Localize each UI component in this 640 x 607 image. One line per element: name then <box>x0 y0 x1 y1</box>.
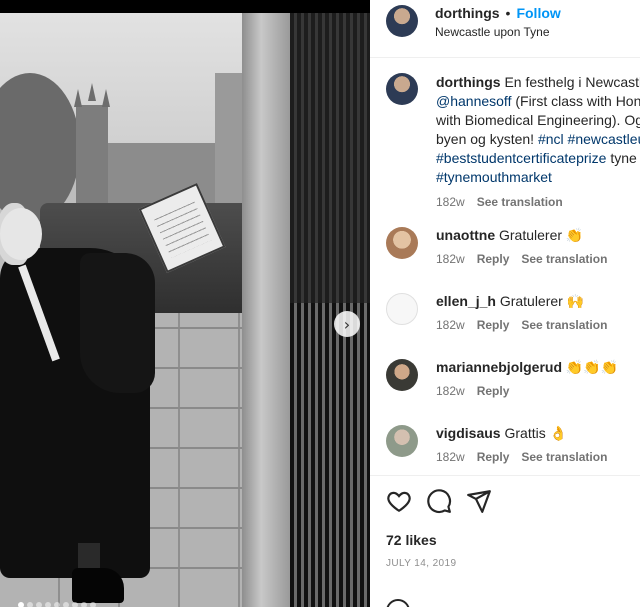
share-icon[interactable] <box>466 488 492 514</box>
caption-text: tyne <box>606 150 637 166</box>
hashtag-link[interactable]: #tynemouthmarket <box>436 169 552 185</box>
post-date: JULY 14, 2019 <box>386 558 457 569</box>
comment-body: Gratulerer <box>499 227 563 243</box>
clap-emoji: 👏 <box>565 228 584 244</box>
timestamp: 182w <box>436 252 465 266</box>
avatar[interactable] <box>386 227 418 259</box>
photo-stone-pillar <box>242 13 290 607</box>
comment-body: Gratulerer <box>499 293 563 309</box>
carousel-dot <box>45 602 51 607</box>
avatar[interactable] <box>386 73 418 105</box>
photo-gate-ornament <box>290 13 370 303</box>
carousel-dot <box>81 602 87 607</box>
caption-text: with Biomedical Engineering). Og <box>436 112 640 128</box>
avatar[interactable] <box>386 5 418 37</box>
photo-shoe <box>72 568 124 603</box>
photo-face <box>0 208 42 260</box>
comment-meta: 182w Reply See translation <box>436 450 619 464</box>
comment-item: ellen_j_h Gratulerer 🙌 182w Reply See tran… <box>370 293 640 353</box>
likes-count[interactable]: 72 likes <box>386 532 437 548</box>
comment-item: mariannebjolgerud 👏👏👏 182w Reply <box>370 359 640 419</box>
post-header: dorthings • Follow Newcastle upon Tyne <box>370 0 640 58</box>
post-caption: dorthings En festhelg i Newcastle @hanne… <box>436 73 640 212</box>
photo-spire <box>102 89 110 107</box>
timestamp: 182w <box>436 384 465 398</box>
hashtag-link[interactable]: #beststudentcertificateprize <box>436 150 606 166</box>
comment-text: vigdisaus Grattis 👌 <box>436 425 567 442</box>
carousel-dot <box>27 602 33 607</box>
caption-username[interactable]: dorthings <box>436 74 501 90</box>
carousel-dot <box>90 602 96 607</box>
chevron-right-icon[interactable]: › <box>334 311 360 337</box>
top-bar <box>0 0 370 13</box>
comment-username[interactable]: ellen_j_h <box>436 293 496 309</box>
comment-body: Grattis <box>504 425 546 441</box>
hashtag-link[interactable]: #ncl <box>538 131 564 147</box>
post-photo[interactable]: › <box>0 13 370 607</box>
caption-text: (First class with Hono <box>511 93 640 109</box>
see-translation-button[interactable]: See translation <box>521 318 607 332</box>
see-translation-button[interactable]: See translation <box>521 252 607 266</box>
comment-text: ellen_j_h Gratulerer 🙌 <box>436 293 584 310</box>
reply-button[interactable]: Reply <box>477 450 510 464</box>
ok-hand-emoji: 👌 <box>549 426 568 442</box>
reply-button[interactable]: Reply <box>477 384 510 398</box>
mention-link[interactable]: @hannesoff <box>436 93 511 109</box>
raised-hands-emoji: 🙌 <box>566 294 585 310</box>
see-translation-button[interactable]: See translation <box>521 450 607 464</box>
comment-username[interactable]: vigdisaus <box>436 425 501 441</box>
location-link[interactable]: Newcastle upon Tyne <box>435 25 550 39</box>
carousel-dot <box>54 602 60 607</box>
carousel-dot <box>72 602 78 607</box>
caption-text: En festhelg i Newcastle <box>504 74 640 90</box>
photo-gown-sleeve <box>80 253 155 393</box>
comment-text: unaottne Gratulerer 👏 <box>436 227 583 244</box>
comment-meta: 182w Reply <box>436 384 521 398</box>
username-link[interactable]: dorthings <box>435 5 500 21</box>
see-translation-button[interactable]: See translation <box>477 195 563 209</box>
avatar[interactable] <box>386 293 418 325</box>
carousel-dots <box>18 602 96 607</box>
comment-icon[interactable] <box>426 488 452 514</box>
timestamp: 182w <box>436 318 465 332</box>
comment-text: mariannebjolgerud 👏👏👏 <box>436 359 618 376</box>
emoji-icon[interactable] <box>386 599 410 607</box>
comment-username[interactable]: unaottne <box>436 227 495 243</box>
follow-button[interactable]: Follow <box>516 5 560 21</box>
caption-text: byen og kysten! <box>436 131 538 147</box>
reply-button[interactable]: Reply <box>477 318 510 332</box>
carousel-dot <box>18 602 24 607</box>
heart-icon[interactable] <box>386 488 412 514</box>
separator-dot: • <box>505 5 511 21</box>
photo-tower <box>76 105 108 205</box>
photo-spire <box>88 83 96 101</box>
comment-username[interactable]: mariannebjolgerud <box>436 359 562 375</box>
clap-emoji: 👏👏👏 <box>565 360 619 376</box>
timestamp: 182w <box>436 450 465 464</box>
hashtag-link[interactable]: #newcastleu <box>568 131 640 147</box>
avatar[interactable] <box>386 359 418 391</box>
caption-meta: 182w See translation <box>436 193 640 212</box>
avatar[interactable] <box>386 425 418 457</box>
post-actions: 72 likes JULY 14, 2019 <box>370 475 640 607</box>
header-line: dorthings • Follow <box>435 5 561 23</box>
carousel-dot <box>63 602 69 607</box>
comment-item: unaottne Gratulerer 👏 182w Reply See trans… <box>370 227 640 287</box>
timestamp: 182w <box>436 195 465 209</box>
reply-button[interactable]: Reply <box>477 252 510 266</box>
carousel-dot <box>36 602 42 607</box>
photo-spire <box>74 89 82 107</box>
comment-meta: 182w Reply See translation <box>436 318 619 332</box>
post-sidebar: dorthings • Follow Newcastle upon Tyne dor… <box>370 0 640 607</box>
comment-meta: 182w Reply See translation <box>436 252 619 266</box>
